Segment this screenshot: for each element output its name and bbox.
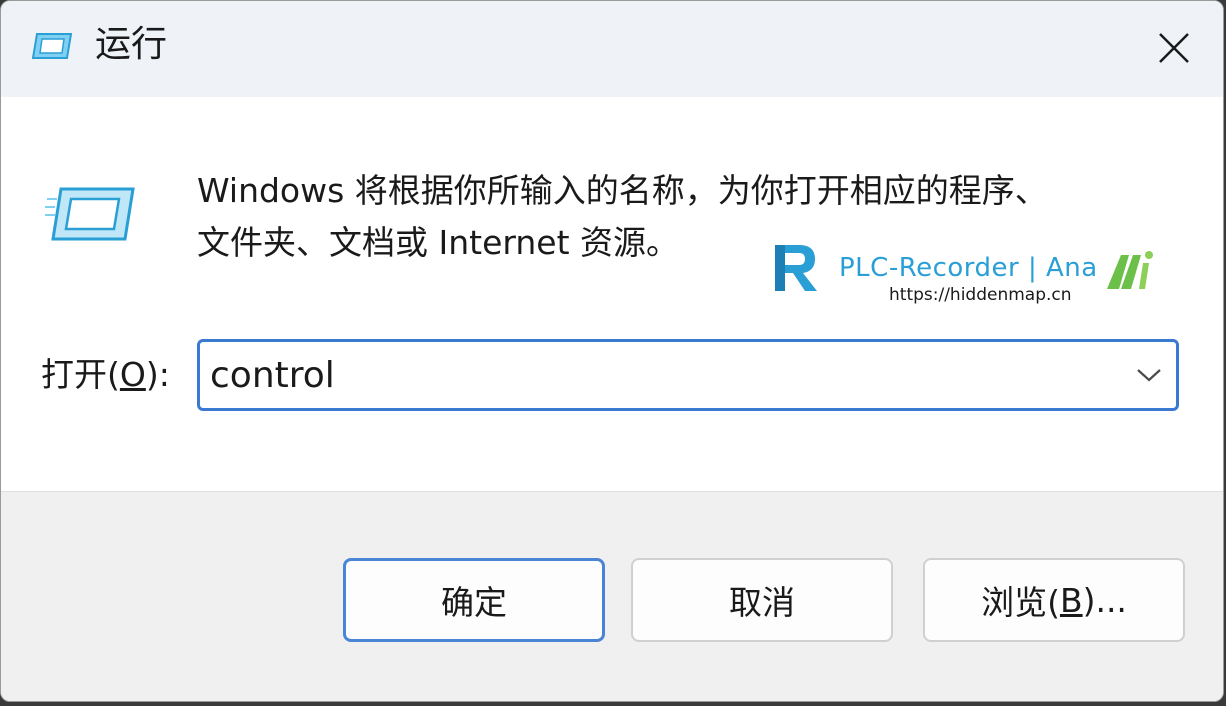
run-icon <box>31 33 73 59</box>
button-bar: 确定 取消 浏览(B)... <box>1 491 1223 701</box>
open-combobox[interactable] <box>197 339 1179 411</box>
watermark-brand: PLC-Recorder | Ana <box>839 253 1098 283</box>
watermark-url: https://hiddenmap.cn <box>889 285 1072 305</box>
run-icon <box>45 187 135 241</box>
close-button[interactable] <box>1151 25 1197 71</box>
run-dialog: 运行 Windows 将根据你所输入的名称，为你打开相应的程序、 文件夹、文档或… <box>0 0 1224 702</box>
window-title: 运行 <box>95 24 168 65</box>
title-bar: 运行 <box>1 1 1223 97</box>
browse-button[interactable]: 浏览(B)... <box>923 558 1185 642</box>
description-line-1: Windows 将根据你所输入的名称，为你打开相应的程序、 <box>197 171 1048 210</box>
content-area: Windows 将根据你所输入的名称，为你打开相应的程序、 文件夹、文档或 In… <box>1 97 1223 491</box>
watermark-logo <box>775 245 817 291</box>
cancel-button[interactable]: 取消 <box>631 558 893 642</box>
chevron-down-icon <box>1137 369 1161 382</box>
watermark-ai-logo <box>1107 251 1153 289</box>
close-icon <box>1159 33 1189 63</box>
dropdown-button[interactable] <box>1132 358 1166 392</box>
open-input[interactable] <box>210 348 1110 402</box>
open-label: 打开(O): <box>41 355 170 394</box>
ok-button[interactable]: 确定 <box>343 558 605 642</box>
